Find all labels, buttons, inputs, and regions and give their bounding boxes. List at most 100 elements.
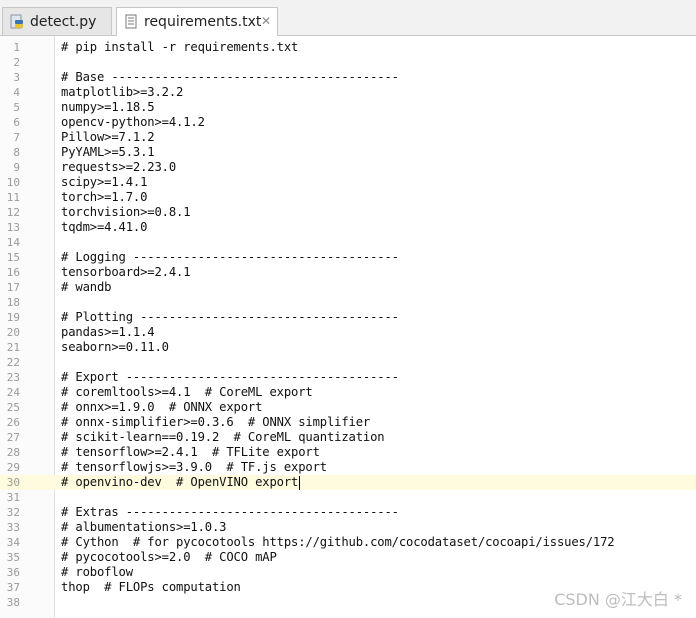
code-line[interactable]: 4 matplotlib>=3.2.2	[0, 85, 696, 100]
code-text: PyYAML>=5.3.1	[61, 145, 155, 159]
line-number: 9	[13, 161, 20, 174]
code-line[interactable]: 6 opencv-python>=4.1.2	[0, 115, 696, 130]
code-line[interactable]: 19 # Plotting ---------------------------…	[0, 310, 696, 325]
code-text: # pycocotools>=2.0 # COCO mAP	[61, 550, 277, 564]
line-number: 38	[6, 596, 20, 609]
line-number: 2	[13, 56, 20, 69]
code-line[interactable]: 2	[0, 55, 696, 70]
line-number: 8	[13, 146, 20, 159]
code-line[interactable]: 21 seaborn>=0.11.0	[0, 340, 696, 355]
code-line[interactable]: 13 tqdm>=4.41.0	[0, 220, 696, 235]
code-line[interactable]: 25 # onnx>=1.9.0 # ONNX export	[0, 400, 696, 415]
line-number: 12	[6, 206, 20, 219]
tab-detect-py[interactable]: detect.py	[2, 7, 112, 35]
code-line[interactable]: 17 # wandb	[0, 280, 696, 295]
line-number: 33	[6, 521, 20, 534]
line-number: 18	[6, 296, 20, 309]
line-number: 1	[13, 41, 20, 54]
code-text: # wandb	[61, 280, 112, 294]
line-number: 17	[6, 281, 20, 294]
code-text: # tensorflow>=2.4.1 # TFLite export	[61, 445, 320, 459]
code-text: # Export -------------------------------…	[61, 370, 399, 384]
code-text: torch>=1.7.0	[61, 190, 148, 204]
line-number: 30	[6, 476, 20, 489]
code-line[interactable]: 28 # tensorflow>=2.4.1 # TFLite export	[0, 445, 696, 460]
line-number: 11	[6, 191, 20, 204]
code-text: tensorboard>=2.4.1	[61, 265, 191, 279]
python-file-icon	[10, 14, 25, 30]
code-line[interactable]: 10 scipy>=1.4.1	[0, 175, 696, 190]
code-line[interactable]: 7 Pillow>=7.1.2	[0, 130, 696, 145]
code-editor[interactable]: 1 # pip install -r requirements.txt 2 3 # Ba…	[0, 36, 696, 618]
code-text: torchvision>=0.8.1	[61, 205, 191, 219]
tab-label: detect.py	[30, 13, 97, 30]
code-line[interactable]: 35 # pycocotools>=2.0 # COCO mAP	[0, 550, 696, 565]
code-line[interactable]: 11 torch>=1.7.0	[0, 190, 696, 205]
tab-label: requirements.txt	[144, 14, 262, 30]
line-number: 7	[13, 131, 20, 144]
line-number: 35	[6, 551, 20, 564]
code-line[interactable]: 33 # albumentations>=1.0.3	[0, 520, 696, 535]
code-text: # Cython # for pycocotools https://githu…	[61, 535, 615, 549]
code-line[interactable]: 16 tensorboard>=2.4.1	[0, 265, 696, 280]
line-number: 14	[6, 236, 20, 249]
line-number: 25	[6, 401, 20, 414]
code-text: # albumentations>=1.0.3	[61, 520, 227, 534]
line-number: 6	[13, 116, 20, 129]
code-line[interactable]: 31	[0, 490, 696, 505]
code-line[interactable]: 24 # coremltools>=4.1 # CoreML export	[0, 385, 696, 400]
tab-requirements-txt[interactable]: requirements.txt ✕	[116, 7, 278, 36]
line-number: 31	[6, 491, 20, 504]
code-line[interactable]: 14	[0, 235, 696, 250]
line-number: 5	[13, 101, 20, 114]
code-line[interactable]: 18	[0, 295, 696, 310]
code-text: # Plotting -----------------------------…	[61, 310, 399, 324]
code-text: requests>=2.23.0	[61, 160, 176, 174]
line-number: 4	[13, 86, 20, 99]
code-line[interactable]: 22	[0, 355, 696, 370]
code-line[interactable]: 15 # Logging ----------------------------…	[0, 250, 696, 265]
code-text: # openvino-dev # OpenVINO export	[61, 475, 299, 489]
code-text: scipy>=1.4.1	[61, 175, 148, 189]
code-line[interactable]: 23 # Export -----------------------------…	[0, 370, 696, 385]
code-line[interactable]: 5 numpy>=1.18.5	[0, 100, 696, 115]
line-number: 15	[6, 251, 20, 264]
code-line[interactable]: 32 # Extras -----------------------------…	[0, 505, 696, 520]
code-line[interactable]: 3 # Base --------------------------------…	[0, 70, 696, 85]
code-text: # tensorflowjs>=3.9.0 # TF.js export	[61, 460, 327, 474]
code-line[interactable]: 8 PyYAML>=5.3.1	[0, 145, 696, 160]
code-text: # scikit-learn==0.19.2 # CoreML quantiza…	[61, 430, 385, 444]
editor-tab-bar: detect.py requirements.txt ✕	[0, 0, 696, 36]
code-text: # Base ---------------------------------…	[61, 70, 399, 84]
code-line[interactable]: 34 # Cython # for pycocotools https://git…	[0, 535, 696, 550]
line-number: 29	[6, 461, 20, 474]
watermark: CSDN @江大白 *	[554, 590, 682, 609]
code-line[interactable]: 26 # onnx-simplifier>=0.3.6 # ONNX simpli…	[0, 415, 696, 430]
code-line[interactable]: 9 requests>=2.23.0	[0, 160, 696, 175]
code-text: # coremltools>=4.1 # CoreML export	[61, 385, 313, 399]
line-number: 24	[6, 386, 20, 399]
line-number: 27	[6, 431, 20, 444]
code-text: tqdm>=4.41.0	[61, 220, 148, 234]
text-caret	[299, 476, 300, 490]
code-text: thop # FLOPs computation	[61, 580, 241, 594]
line-number: 21	[6, 341, 20, 354]
line-number: 37	[6, 581, 20, 594]
code-line[interactable]: 30 # openvino-dev # OpenVINO export	[0, 475, 696, 490]
close-icon[interactable]: ✕	[261, 14, 271, 28]
code-text: # Logging ------------------------------…	[61, 250, 399, 264]
code-line[interactable]: 1 # pip install -r requirements.txt	[0, 40, 696, 55]
code-line[interactable]: 20 pandas>=1.1.4	[0, 325, 696, 340]
line-number: 20	[6, 326, 20, 339]
line-number: 23	[6, 371, 20, 384]
code-text: seaborn>=0.11.0	[61, 340, 169, 354]
line-number: 36	[6, 566, 20, 579]
code-text: Pillow>=7.1.2	[61, 130, 155, 144]
line-number: 3	[13, 71, 20, 84]
code-line[interactable]: 27 # scikit-learn==0.19.2 # CoreML quanti…	[0, 430, 696, 445]
code-line[interactable]: 29 # tensorflowjs>=3.9.0 # TF.js export	[0, 460, 696, 475]
code-text: numpy>=1.18.5	[61, 100, 155, 114]
text-file-icon	[124, 14, 139, 30]
code-line[interactable]: 36 # roboflow	[0, 565, 696, 580]
code-line[interactable]: 12 torchvision>=0.8.1	[0, 205, 696, 220]
